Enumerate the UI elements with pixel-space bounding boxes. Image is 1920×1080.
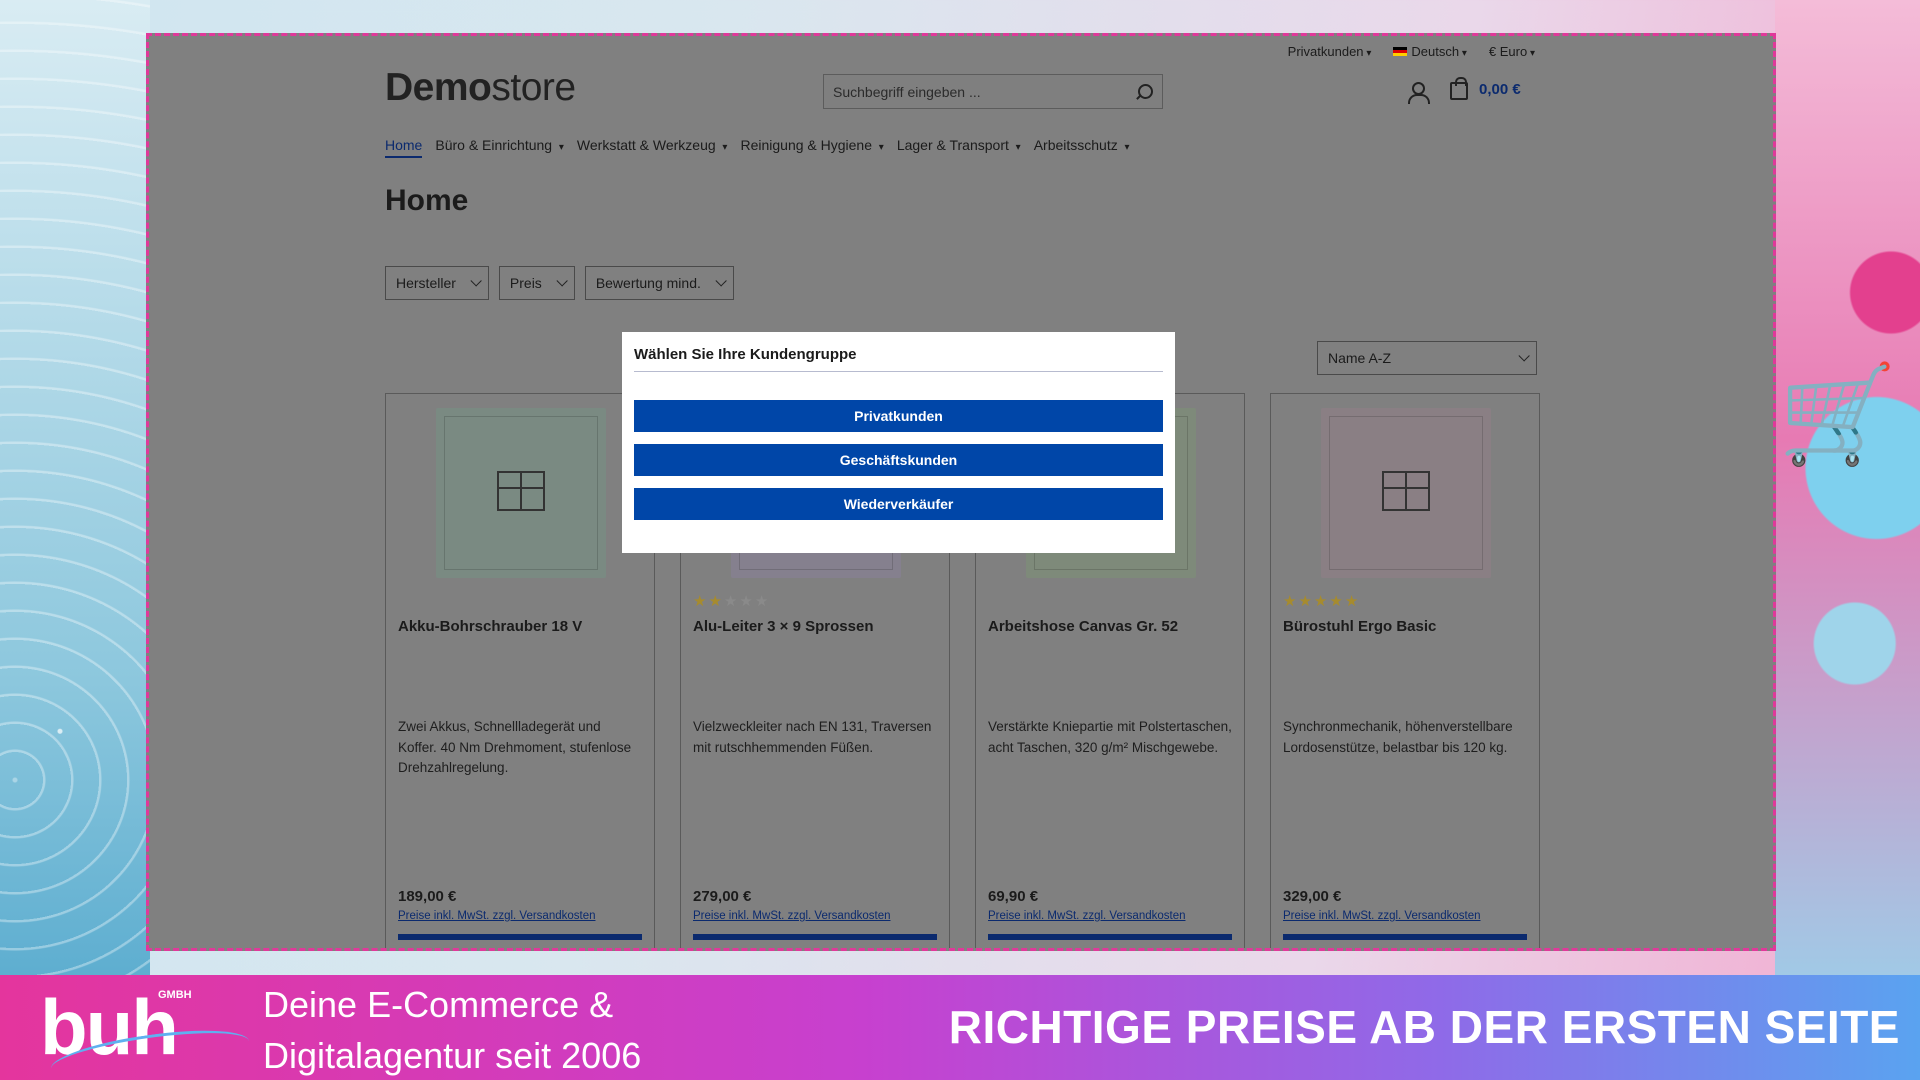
nav-item-home[interactable]: Home bbox=[385, 137, 423, 158]
product-description: Zwei Akkus, Schnellladegerät und Koffer.… bbox=[398, 719, 632, 775]
banner-headline: RICHTIGE PREISE AB DER ERSTEN SEITE bbox=[948, 1001, 1900, 1053]
chevron-down-icon bbox=[556, 275, 568, 287]
search-placeholder: Suchbegriff eingeben ... bbox=[833, 83, 981, 100]
account-icon[interactable] bbox=[1408, 82, 1430, 104]
tax-shipping-link[interactable]: Preise inkl. MwSt. zzgl. Versandkosten bbox=[398, 910, 596, 922]
brand-logo: buh GMBH bbox=[20, 983, 252, 1080]
nav-item-lager[interactable]: Lager & Transport bbox=[897, 137, 1021, 158]
sort-label: Name A-Z bbox=[1328, 350, 1392, 366]
german-flag-icon bbox=[1393, 47, 1408, 56]
chevron-down-icon bbox=[1518, 350, 1530, 362]
nav-item-arbeitsschutz[interactable]: Arbeitsschutz bbox=[1034, 137, 1130, 158]
tagline-line-2: Digitalagentur seit 2006 bbox=[263, 1035, 642, 1076]
language-dropdown[interactable]: Deutsch bbox=[1393, 44, 1467, 59]
star-icon: ★ bbox=[1313, 593, 1330, 610]
product-image[interactable] bbox=[1321, 408, 1491, 578]
product-image[interactable] bbox=[436, 408, 606, 578]
cart-total[interactable]: 0,00 € bbox=[1479, 81, 1521, 98]
image-placeholder-icon bbox=[497, 471, 545, 511]
customer-group-dropdown[interactable]: Privatkunden bbox=[1288, 44, 1372, 59]
sort-select[interactable]: Name A-Z bbox=[1317, 341, 1537, 375]
product-name[interactable]: Bürostuhl Ergo Basic bbox=[1283, 618, 1436, 635]
nav-item-buero[interactable]: Büro & Einrichtung bbox=[435, 137, 564, 158]
add-to-cart-button[interactable] bbox=[988, 934, 1232, 940]
image-placeholder-icon bbox=[1382, 471, 1430, 511]
option-wiederverkaeufer-button[interactable]: Wiederverkäufer bbox=[634, 488, 1163, 520]
add-to-cart-button[interactable] bbox=[398, 934, 642, 940]
currency-dropdown[interactable]: € Euro bbox=[1489, 44, 1535, 59]
promo-banner: buh GMBH Deine E-Commerce & Digitalagent… bbox=[0, 975, 1920, 1080]
search-icon[interactable] bbox=[1135, 83, 1153, 101]
star-icon: ★ bbox=[754, 593, 771, 610]
main-navigation: Home Büro & Einrichtung Werkstatt & Werk… bbox=[385, 137, 1130, 158]
star-icon: ★ bbox=[1298, 593, 1314, 610]
filter-manufacturer[interactable]: Hersteller bbox=[385, 266, 489, 300]
page-title: Home bbox=[385, 184, 469, 217]
product-description: Verstärkte Kniepartie mit Polstertaschen… bbox=[988, 719, 1232, 755]
rating-stars: ★★★★★ bbox=[693, 592, 770, 610]
nav-item-reinigung[interactable]: Reinigung & Hygiene bbox=[740, 137, 883, 158]
filter-label: Bewertung mind. bbox=[595, 275, 701, 291]
tax-shipping-link[interactable]: Preise inkl. MwSt. zzgl. Versandkosten bbox=[1283, 910, 1481, 922]
add-to-cart-button[interactable] bbox=[693, 934, 937, 940]
chevron-down-icon bbox=[715, 275, 727, 287]
star-icon: ★ bbox=[723, 593, 740, 610]
filter-label: Hersteller bbox=[396, 275, 456, 291]
star-icon: ★ bbox=[1344, 593, 1361, 610]
star-icon: ★ bbox=[693, 593, 709, 610]
filter-bar: Hersteller Preis Bewertung mind. bbox=[385, 266, 734, 300]
product-name[interactable]: Arbeitshose Canvas Gr. 52 bbox=[988, 618, 1178, 635]
tax-shipping-link[interactable]: Preise inkl. MwSt. zzgl. Versandkosten bbox=[693, 910, 891, 922]
star-icon: ★ bbox=[708, 593, 724, 610]
filter-label: Preis bbox=[509, 275, 542, 291]
product-price: 69,90 € bbox=[988, 888, 1039, 905]
modal-title: Wählen Sie Ihre Kundengruppe bbox=[634, 346, 1163, 372]
product-price: 279,00 € bbox=[693, 888, 752, 905]
brand-suffix: GMBH bbox=[158, 989, 192, 1001]
nav-item-werkstatt[interactable]: Werkstatt & Werkzeug bbox=[577, 137, 728, 158]
option-geschaeftskunden-button[interactable]: Geschäftskunden bbox=[634, 444, 1163, 476]
chevron-down-icon bbox=[470, 275, 482, 287]
product-card[interactable]: ★★★★★ Bürostuhl Ergo Basic Synchronmechani… bbox=[1270, 393, 1540, 948]
background-right-decoration: 🛒 bbox=[1775, 0, 1920, 975]
shopping-cart-icon: 🛒 bbox=[1778, 361, 1898, 468]
product-name[interactable]: Alu-Leiter 3 × 9 Sprossen bbox=[693, 618, 873, 635]
product-name[interactable]: Akku-Bohrschrauber 18 V bbox=[398, 618, 582, 635]
logo-bold: Demo bbox=[385, 66, 492, 109]
tax-shipping-link[interactable]: Preise inkl. MwSt. zzgl. Versandkosten bbox=[988, 910, 1186, 922]
shop-screenshot-frame: Privatkunden Deutsch € Euro Demostore Su… bbox=[146, 33, 1776, 951]
logo-light: store bbox=[491, 66, 576, 109]
option-privatkunden-button[interactable]: Privatkunden bbox=[634, 400, 1163, 432]
star-icon: ★ bbox=[1329, 593, 1345, 610]
shop-page: Privatkunden Deutsch € Euro Demostore Su… bbox=[149, 36, 1773, 948]
star-icon: ★ bbox=[1283, 593, 1299, 610]
tagline-line-1: Deine E-Commerce & bbox=[263, 984, 614, 1025]
product-card[interactable]: Akku-Bohrschrauber 18 V Zwei Akkus, Schne… bbox=[385, 393, 655, 948]
add-to-cart-button[interactable] bbox=[1283, 934, 1527, 940]
tagline: Deine E-Commerce & Digitalagentur seit 2… bbox=[263, 979, 641, 1080]
rating-stars: ★★★★★ bbox=[1283, 592, 1360, 610]
product-price: 329,00 € bbox=[1283, 888, 1342, 905]
language-label: Deutsch bbox=[1411, 44, 1467, 59]
topbar: Privatkunden Deutsch € Euro bbox=[1288, 44, 1535, 59]
background-left-decoration bbox=[0, 0, 150, 975]
cart-bag-icon[interactable] bbox=[1450, 77, 1468, 100]
product-price: 189,00 € bbox=[398, 888, 457, 905]
product-description: Synchronmechanik, höhenverstellbare Lord… bbox=[1283, 719, 1513, 755]
store-logo[interactable]: Demostore bbox=[385, 66, 576, 110]
filter-rating[interactable]: Bewertung mind. bbox=[584, 266, 734, 300]
star-icon: ★ bbox=[739, 593, 755, 610]
filter-price[interactable]: Preis bbox=[498, 266, 575, 300]
customer-group-modal: Wählen Sie Ihre Kundengruppe Privatkunde… bbox=[622, 332, 1175, 553]
product-description: Vielzweckleiter nach EN 131, Traversen m… bbox=[693, 719, 932, 755]
search-input[interactable]: Suchbegriff eingeben ... bbox=[823, 74, 1163, 109]
